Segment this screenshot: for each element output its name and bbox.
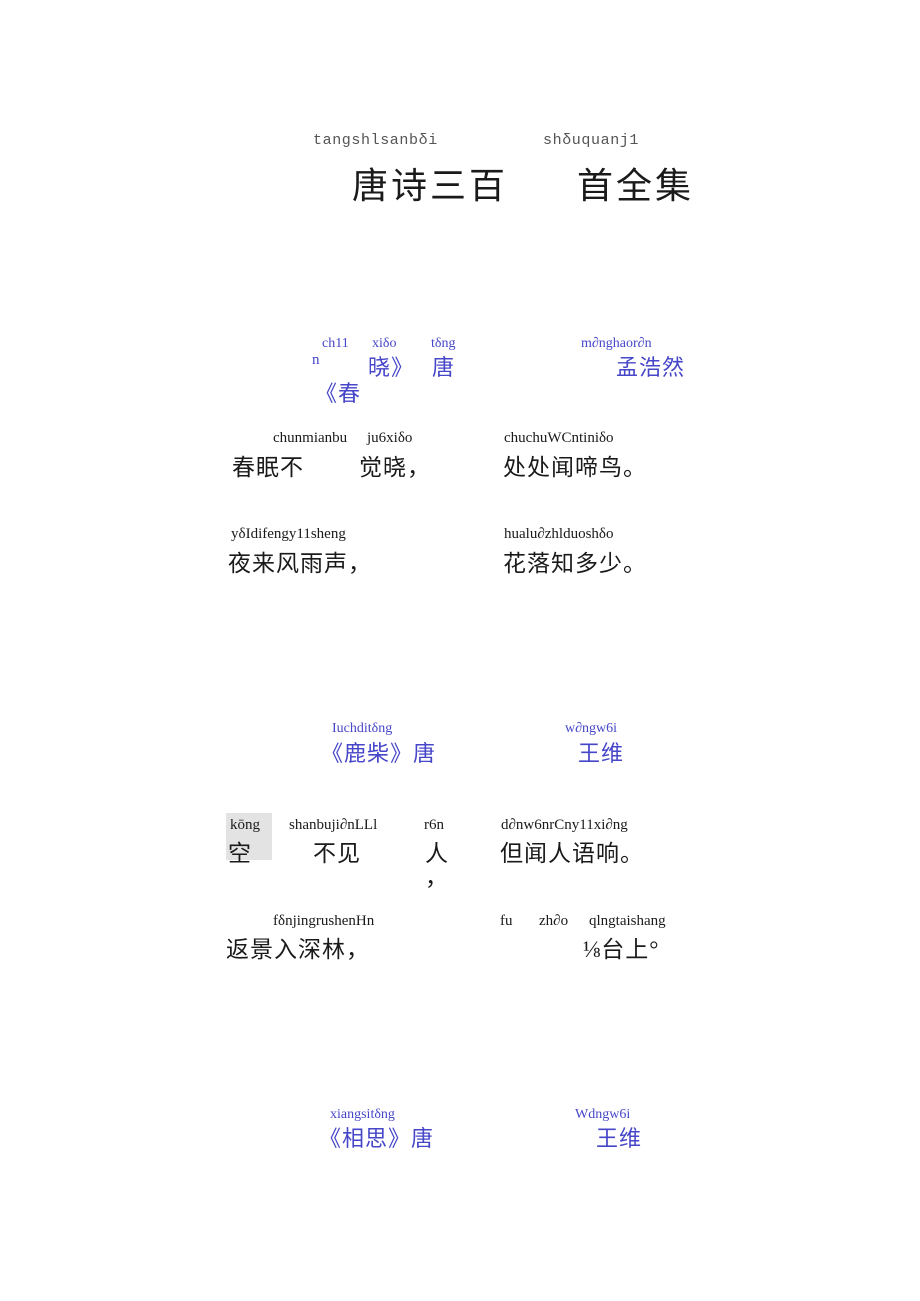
poem3-author-han: 王维 [596, 1126, 643, 1151]
poem2-line2-left-han: 返景入深林， [226, 937, 370, 962]
poem2-line1-right-han: 但闻人语响。 [500, 841, 644, 866]
poem1-line1-left-han-a: 春眠不 [232, 455, 304, 480]
poem2-title-pinyin: Iuchditδng [332, 721, 393, 736]
poem1-line1-right-pinyin: chuchuWCntiniδo [504, 430, 614, 446]
poem1-line2-right-han: 花落知多少。 [503, 551, 647, 576]
poem1-title-han-prefix: n [312, 352, 321, 368]
poem1-line2-left-han: 夜来风雨声， [228, 551, 372, 576]
poem2-author-pinyin: w∂ngw6i [565, 721, 618, 736]
poem2-line2-right-han: ⅛台上° [583, 937, 660, 962]
poem2-line1-left-han-a: 不见 [313, 841, 361, 866]
poem1-line1-left-pinyin-a: chunmianbu [273, 430, 348, 446]
poem1-line1-left-pinyin-b: ju6xiδo [367, 430, 413, 446]
doc-title-pinyin-right: shδuquanj1 [543, 132, 640, 149]
doc-title-han-right: 首全集 [577, 166, 695, 206]
poem2-line1-hl-pinyin: kōng [230, 817, 260, 833]
poem1-line2-right-pinyin: hualu∂zhlduoshδo [504, 526, 614, 542]
poem2-line1-left-pinyin-b: r6n [424, 817, 444, 833]
poem2-line1-left-pinyin-a: shanbuji∂nLLl [289, 817, 378, 833]
poem2-line1-left-han-comma: ， [425, 865, 449, 890]
poem2-line2-right-pinyin-c: qlngtaishang [589, 913, 666, 929]
poem2-line2-right-pinyin-b: zh∂o [539, 913, 569, 929]
document-page: tangshlsanbδi shδuquanj1 唐诗三百 首全集 ch11 x… [0, 0, 920, 1301]
poem2-author-han: 王维 [578, 741, 625, 766]
poem1-title-han-open: 《春 [315, 381, 362, 406]
poem1-line1-left-han-b: 觉晓， [359, 455, 431, 480]
poem1-author-han: 孟浩然 [616, 355, 686, 380]
poem2-title-han: 《鹿柴》唐 [321, 741, 437, 766]
poem2-line1-hl-han: 空 [228, 841, 252, 866]
poem2-line1-right-pinyin: d∂nw6nrCny11xi∂ng [501, 817, 628, 833]
poem2-line2-right-pinyin-a: fu [500, 913, 513, 929]
doc-title-pinyin-left: tangshlsanbδi [313, 132, 438, 149]
poem1-title-pinyin-top: ch11 [322, 336, 349, 351]
poem1-title-han-dynasty: 唐 [432, 355, 456, 380]
poem2-line2-left-pinyin: fδnjingrushenHn [273, 913, 375, 929]
doc-title-han-left: 唐诗三百 [352, 166, 509, 206]
poem1-title-han-mid: 晓》 [368, 355, 415, 380]
poem1-line1-right-han: 处处闻啼鸟。 [503, 455, 647, 480]
poem3-title-han: 《相思》唐 [319, 1126, 435, 1151]
poem1-line2-left-pinyin: yδIdifengy11sheng [231, 526, 346, 542]
